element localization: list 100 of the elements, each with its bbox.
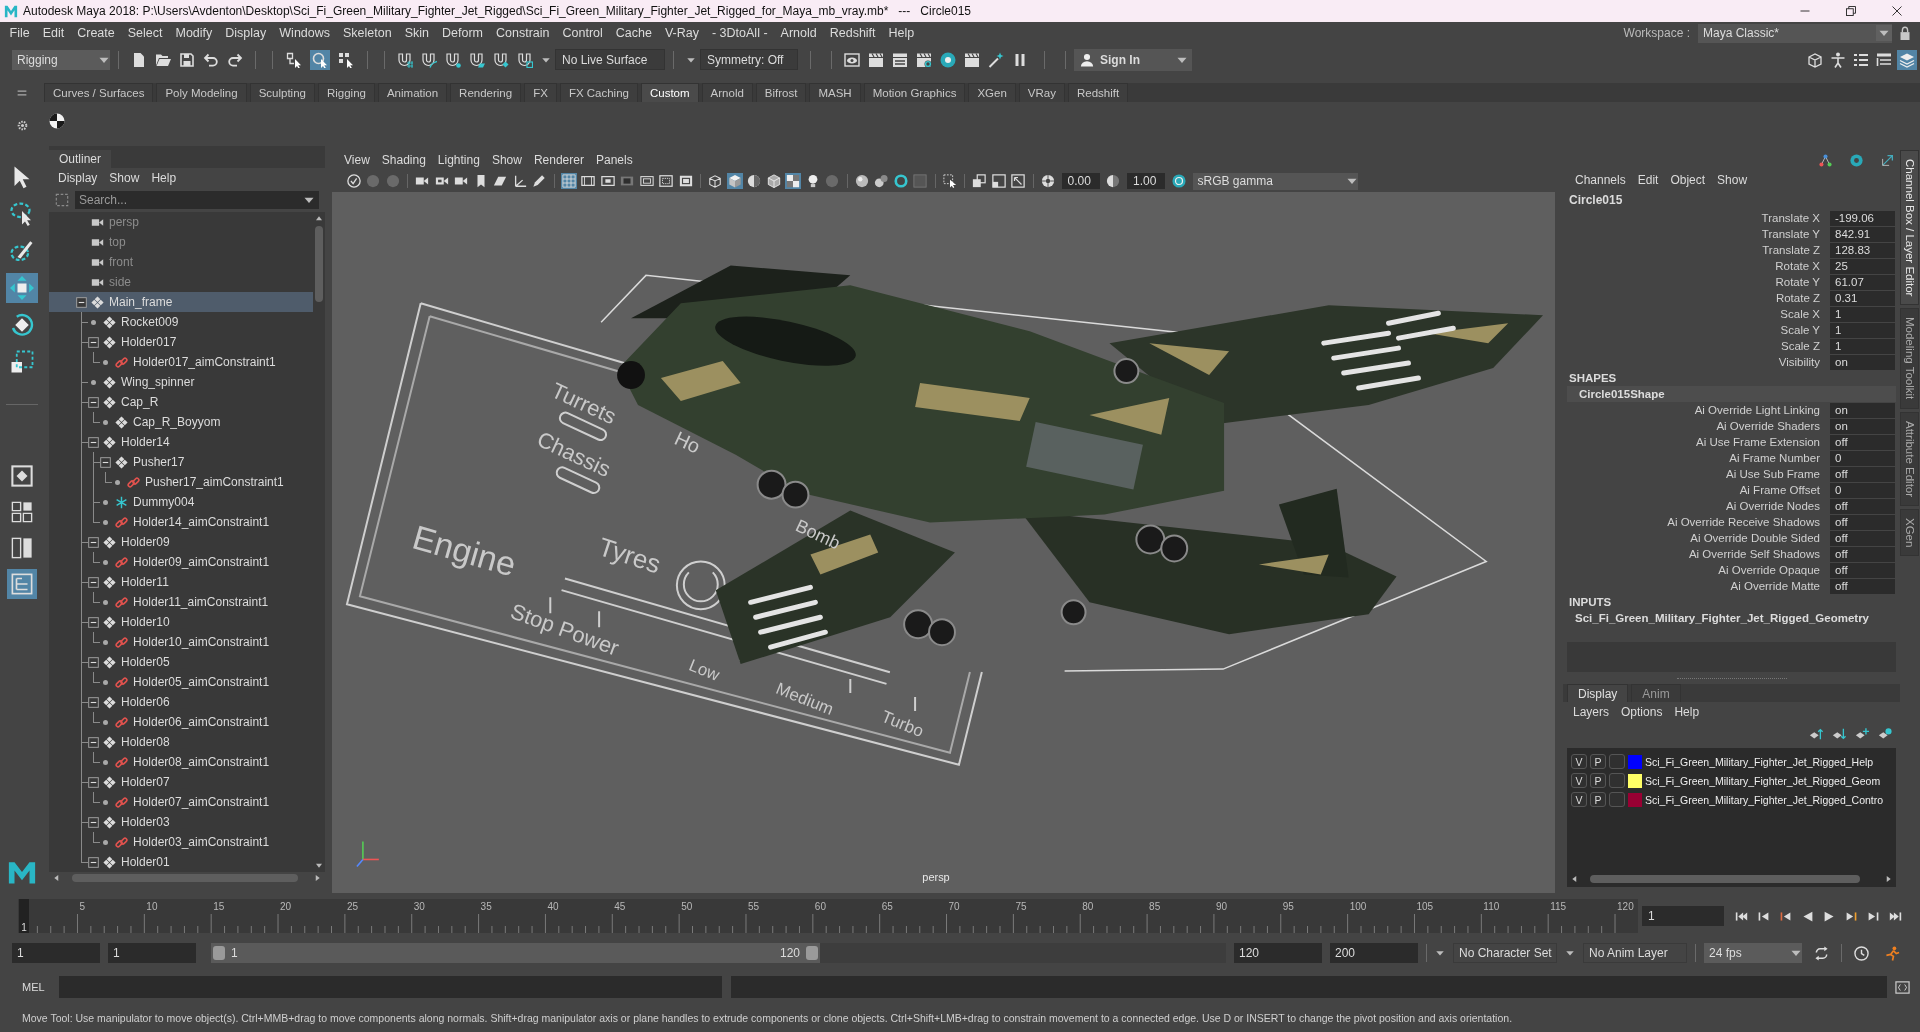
skip-forward-icon[interactable] bbox=[1888, 909, 1902, 923]
outliner-item[interactable]: Holder017_aimConstraint1 bbox=[49, 352, 313, 372]
channel-value-field[interactable]: on bbox=[1830, 354, 1895, 370]
channel-value-field[interactable]: 61.07 bbox=[1830, 274, 1895, 290]
outliner-item[interactable]: Holder09 bbox=[49, 532, 313, 552]
play-reverse-icon[interactable] bbox=[1800, 909, 1814, 923]
panel-tab[interactable]: Outliner bbox=[49, 150, 112, 168]
outliner-item[interactable]: Holder08_aimConstraint1 bbox=[49, 752, 313, 772]
outliner-item[interactable]: Holder07 bbox=[49, 772, 313, 792]
menu-item[interactable]: Edit bbox=[36, 26, 71, 40]
outliner-item[interactable]: Holder03_aimConstraint1 bbox=[49, 832, 313, 852]
checker-ball-icon[interactable] bbox=[49, 113, 65, 129]
outliner-item[interactable]: Holder01 bbox=[49, 852, 313, 872]
running-figure-icon[interactable] bbox=[1885, 945, 1900, 961]
square-icon[interactable] bbox=[990, 173, 1007, 189]
frame-back-icon[interactable] bbox=[1778, 909, 1792, 923]
menu-item[interactable]: Options bbox=[1615, 705, 1669, 719]
grid-icon[interactable] bbox=[560, 173, 577, 189]
wireframe-cube-icon[interactable] bbox=[707, 173, 724, 189]
object-select-icon[interactable] bbox=[310, 49, 330, 70]
magnet-plane-icon[interactable] bbox=[468, 50, 486, 69]
dashed-square-icon[interactable] bbox=[55, 193, 69, 207]
menu-item[interactable]: - 3DtoAll - bbox=[705, 26, 775, 40]
minus-box-icon[interactable] bbox=[88, 736, 99, 748]
playback-end-field[interactable]: 120 bbox=[1234, 943, 1322, 963]
shaded-cube-icon[interactable] bbox=[726, 173, 743, 189]
scrollbar-thumb[interactable] bbox=[315, 226, 323, 302]
grip-icon[interactable] bbox=[17, 88, 27, 98]
outliner-item[interactable]: Holder017 bbox=[49, 332, 313, 352]
caret-icon[interactable] bbox=[1435, 948, 1445, 958]
caret-icon[interactable] bbox=[301, 191, 319, 209]
menu-item[interactable]: Layers bbox=[1567, 705, 1616, 719]
channel-value-field[interactable]: off bbox=[1830, 434, 1895, 450]
shelf-tab[interactable]: Rendering bbox=[450, 83, 522, 102]
restore-icon[interactable] bbox=[1845, 5, 1857, 17]
layer-name[interactable]: Sci_Fi_Green_Military_Fighter_Jet_Rigged_Contro bbox=[1645, 793, 1884, 806]
color-space-dropdown[interactable]: sRGB gamma bbox=[1192, 172, 1358, 190]
menu-item[interactable]: Channels bbox=[1569, 173, 1632, 187]
outliner-item[interactable]: Pusher17 bbox=[49, 452, 313, 472]
sign-in-button[interactable]: Sign In bbox=[1074, 48, 1192, 71]
aperture-icon[interactable] bbox=[1039, 173, 1056, 189]
menu-item[interactable]: Lighting bbox=[431, 153, 486, 167]
menu-item[interactable]: Panels bbox=[589, 153, 639, 167]
outliner-item[interactable]: Holder11_aimConstraint1 bbox=[49, 592, 313, 612]
dashed-frame-icon[interactable] bbox=[658, 173, 675, 189]
outliner-item[interactable]: Holder05 bbox=[49, 652, 313, 672]
menu-item[interactable]: Arnold bbox=[774, 26, 824, 40]
outliner-item[interactable]: Holder05_aimConstraint1 bbox=[49, 672, 313, 692]
circle-tick-icon[interactable] bbox=[345, 173, 362, 189]
minus-box-icon[interactable] bbox=[88, 776, 99, 788]
exposure-field[interactable]: 0.00 bbox=[1061, 173, 1100, 189]
channel-value-field[interactable]: off bbox=[1830, 466, 1895, 482]
channel-value-field[interactable]: 1 bbox=[1830, 338, 1895, 354]
menu-item[interactable]: Renderer bbox=[527, 153, 590, 167]
visibility-toggle[interactable]: V bbox=[1571, 792, 1587, 807]
shelf-tab[interactable]: Redshift bbox=[1067, 83, 1129, 102]
lock-icon[interactable] bbox=[1899, 26, 1911, 40]
menu-item[interactable]: Modify bbox=[169, 26, 219, 40]
step-forward-icon[interactable] bbox=[1866, 909, 1880, 923]
ring-disc-icon[interactable] bbox=[1170, 173, 1187, 189]
range-slider-bar[interactable] bbox=[211, 943, 820, 963]
menu-item[interactable]: Cache bbox=[609, 26, 659, 40]
layer-dot-icon[interactable] bbox=[1878, 727, 1892, 741]
playback-toggle[interactable]: P bbox=[1590, 773, 1606, 788]
menu-set-dropdown[interactable]: Rigging bbox=[12, 49, 110, 70]
shelf-tab[interactable]: Poly Modeling bbox=[156, 83, 247, 102]
shelf-tab[interactable]: Bifrost bbox=[755, 83, 807, 102]
eye-window-icon[interactable] bbox=[843, 50, 861, 69]
channel-value-field[interactable]: 0 bbox=[1830, 482, 1895, 498]
side-tab[interactable]: Modeling Toolkit bbox=[1900, 308, 1919, 409]
menu-item[interactable]: Deform bbox=[435, 26, 490, 40]
minus-box-icon[interactable] bbox=[88, 816, 99, 828]
caret-icon[interactable] bbox=[1565, 948, 1575, 958]
shelf-tab[interactable]: FX bbox=[524, 83, 557, 102]
layer-color-swatch[interactable] bbox=[1628, 754, 1642, 769]
menu-item[interactable]: Select bbox=[121, 26, 169, 40]
symmetry-dropdown[interactable]: Symmetry: Off bbox=[700, 49, 798, 70]
minus-box-icon[interactable] bbox=[100, 456, 111, 468]
outliner-item[interactable]: Holder06_aimConstraint1 bbox=[49, 712, 313, 732]
minus-box-icon[interactable] bbox=[88, 576, 99, 588]
playback-toggle[interactable]: P bbox=[1590, 754, 1606, 769]
half-circle-icon[interactable] bbox=[1105, 173, 1122, 189]
shelf-tab[interactable]: Curves / Surfaces bbox=[44, 83, 154, 102]
shelf-tab[interactable]: Rigging bbox=[317, 83, 375, 102]
menu-item[interactable]: Show bbox=[103, 171, 146, 185]
scroll-down-icon[interactable] bbox=[315, 862, 323, 869]
sphere-icon[interactable] bbox=[853, 173, 870, 189]
framed-rect-icon[interactable] bbox=[677, 173, 694, 189]
film-frame-icon[interactable] bbox=[580, 173, 597, 189]
menu-item[interactable]: Help bbox=[882, 26, 921, 40]
workspace-dropdown[interactable]: Maya Classic* bbox=[1698, 23, 1892, 43]
menu-item[interactable]: Help bbox=[1668, 705, 1706, 719]
two-spheres-icon[interactable] bbox=[873, 173, 890, 189]
menu-item[interactable]: File bbox=[3, 26, 37, 40]
command-input-field[interactable] bbox=[59, 976, 722, 998]
layer-plus-icon[interactable] bbox=[1855, 727, 1869, 741]
scrollbar-thumb[interactable] bbox=[1590, 875, 1860, 883]
outliner-item[interactable]: Holder07_aimConstraint1 bbox=[49, 792, 313, 812]
minus-box-icon[interactable] bbox=[88, 856, 99, 868]
menu-item[interactable]: V-Ray bbox=[658, 26, 706, 40]
